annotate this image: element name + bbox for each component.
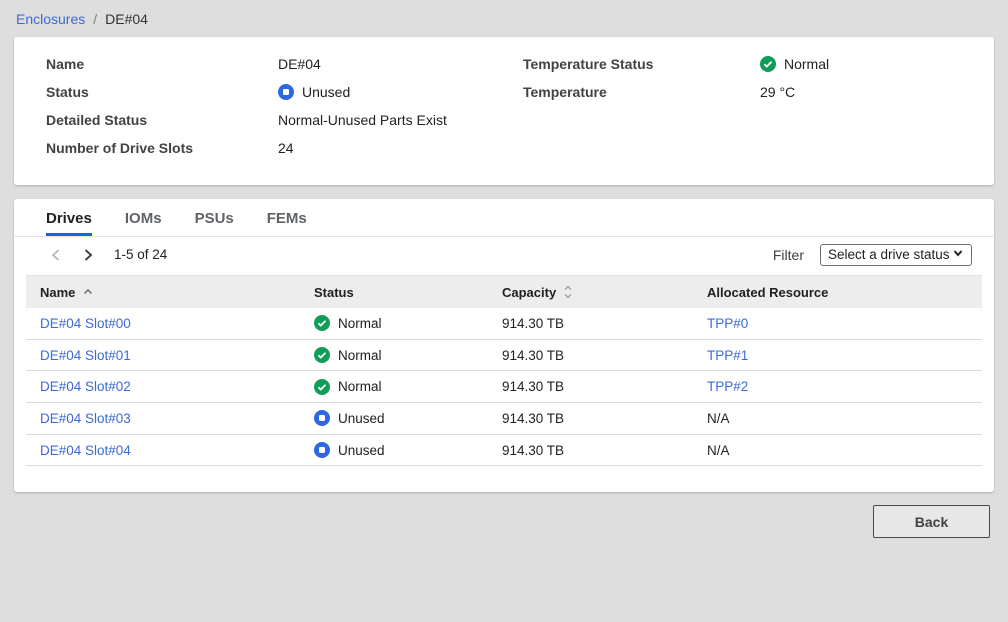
- column-header-capacity[interactable]: Capacity: [488, 285, 693, 300]
- capacity-cell: 914.30 TB: [488, 443, 693, 458]
- drive-link[interactable]: DE#04 Slot#01: [40, 348, 131, 363]
- breadcrumb: Enclosures / DE#04: [0, 0, 1008, 37]
- tab-bar: Drives IOMs PSUs FEMs: [14, 199, 994, 237]
- drive-link[interactable]: DE#04 Slot#00: [40, 316, 131, 331]
- column-header-name[interactable]: Name: [26, 285, 300, 300]
- breadcrumb-separator: /: [93, 11, 97, 27]
- info-row-temp-status: Temperature Status Normal: [523, 50, 994, 78]
- status-text: Normal: [338, 379, 382, 394]
- check-circle-icon: [760, 56, 776, 72]
- allocated-resource-link[interactable]: TPP#1: [707, 348, 748, 363]
- check-circle-icon: [314, 315, 330, 331]
- tab-psus[interactable]: PSUs: [195, 199, 234, 236]
- table-toolbar: 1-5 of 24 Filter Select a drive status: [14, 237, 994, 272]
- sort-ascending-icon: [83, 288, 93, 296]
- drive-link[interactable]: DE#04 Slot#02: [40, 379, 131, 394]
- filter-label: Filter: [773, 247, 804, 263]
- status-text: Unused: [338, 443, 385, 458]
- chevron-down-icon: [952, 247, 964, 262]
- info-row-drive-slots: Number of Drive Slots 24: [46, 134, 523, 162]
- breadcrumb-enclosures-link[interactable]: Enclosures: [16, 11, 85, 27]
- stop-circle-icon: [314, 442, 330, 458]
- tab-drives[interactable]: Drives: [46, 199, 92, 236]
- stop-circle-icon: [314, 410, 330, 426]
- previous-page-icon[interactable]: [44, 243, 68, 267]
- info-label: Status: [46, 78, 278, 106]
- tab-ioms[interactable]: IOMs: [125, 199, 162, 236]
- info-value: Normal-Unused Parts Exist: [278, 106, 447, 134]
- table-row: DE#04 Slot#02 Normal 914.30 TB TPP#2: [26, 371, 982, 403]
- check-circle-icon: [314, 379, 330, 395]
- info-row-detailed-status: Detailed Status Normal-Unused Parts Exis…: [46, 106, 523, 134]
- info-value: Normal: [760, 50, 829, 78]
- info-value: DE#04: [278, 50, 321, 78]
- info-value: Unused: [278, 78, 350, 106]
- info-value: 24: [278, 134, 294, 162]
- info-left-column: Name DE#04 Status Unused Detailed Status…: [46, 50, 523, 162]
- allocated-resource-text: N/A: [707, 443, 730, 458]
- allocated-resource-link[interactable]: TPP#2: [707, 379, 748, 394]
- status-text: Normal: [338, 316, 382, 331]
- info-row-temperature: Temperature 29 °C: [523, 78, 994, 106]
- info-label: Name: [46, 50, 278, 78]
- footer: Back: [0, 492, 1008, 538]
- column-header-status: Status: [300, 285, 488, 300]
- info-label: Detailed Status: [46, 106, 278, 134]
- check-circle-icon: [314, 347, 330, 363]
- table-row: DE#04 Slot#03 Unused 914.30 TB N/A: [26, 403, 982, 435]
- info-row-status: Status Unused: [46, 78, 523, 106]
- enclosure-info-panel: Name DE#04 Status Unused Detailed Status…: [14, 37, 994, 185]
- drive-link[interactable]: DE#04 Slot#04: [40, 443, 131, 458]
- capacity-cell: 914.30 TB: [488, 379, 693, 394]
- capacity-cell: 914.30 TB: [488, 316, 693, 331]
- allocated-resource-link[interactable]: TPP#0: [707, 316, 748, 331]
- capacity-cell: 914.30 TB: [488, 411, 693, 426]
- info-label: Number of Drive Slots: [46, 134, 278, 162]
- allocated-resource-text: N/A: [707, 411, 730, 426]
- status-text: Unused: [338, 411, 385, 426]
- info-right-column: Temperature Status Normal Temperature 29…: [523, 50, 994, 162]
- table-header-row: Name Status Capacity Allocated Resource: [26, 275, 982, 308]
- drive-link[interactable]: DE#04 Slot#03: [40, 411, 131, 426]
- info-value: 29 °C: [760, 78, 795, 106]
- sort-both-icon: [564, 285, 572, 299]
- back-button[interactable]: Back: [873, 505, 990, 538]
- breadcrumb-current: DE#04: [105, 11, 148, 27]
- stop-circle-icon: [278, 84, 294, 100]
- next-page-icon[interactable]: [76, 243, 100, 267]
- drives-table: Name Status Capacity Allocated Resource …: [26, 275, 982, 466]
- table-row: DE#04 Slot#00 Normal 914.30 TB TPP#0: [26, 308, 982, 340]
- drive-status-select-value: Select a drive status: [828, 247, 952, 262]
- pagination-range: 1-5 of 24: [114, 247, 167, 262]
- status-text: Normal: [338, 348, 382, 363]
- table-row: DE#04 Slot#01 Normal 914.30 TB TPP#1: [26, 340, 982, 372]
- info-label: Temperature: [523, 78, 760, 106]
- capacity-cell: 914.30 TB: [488, 348, 693, 363]
- tab-fems[interactable]: FEMs: [267, 199, 307, 236]
- drive-status-select[interactable]: Select a drive status: [820, 244, 972, 266]
- column-header-allocated-resource: Allocated Resource: [693, 285, 982, 300]
- table-row: DE#04 Slot#04 Unused 914.30 TB N/A: [26, 435, 982, 467]
- info-label: Temperature Status: [523, 50, 760, 78]
- components-panel: Drives IOMs PSUs FEMs 1-5 of 24 Filter S…: [14, 199, 994, 492]
- info-row-name: Name DE#04: [46, 50, 523, 78]
